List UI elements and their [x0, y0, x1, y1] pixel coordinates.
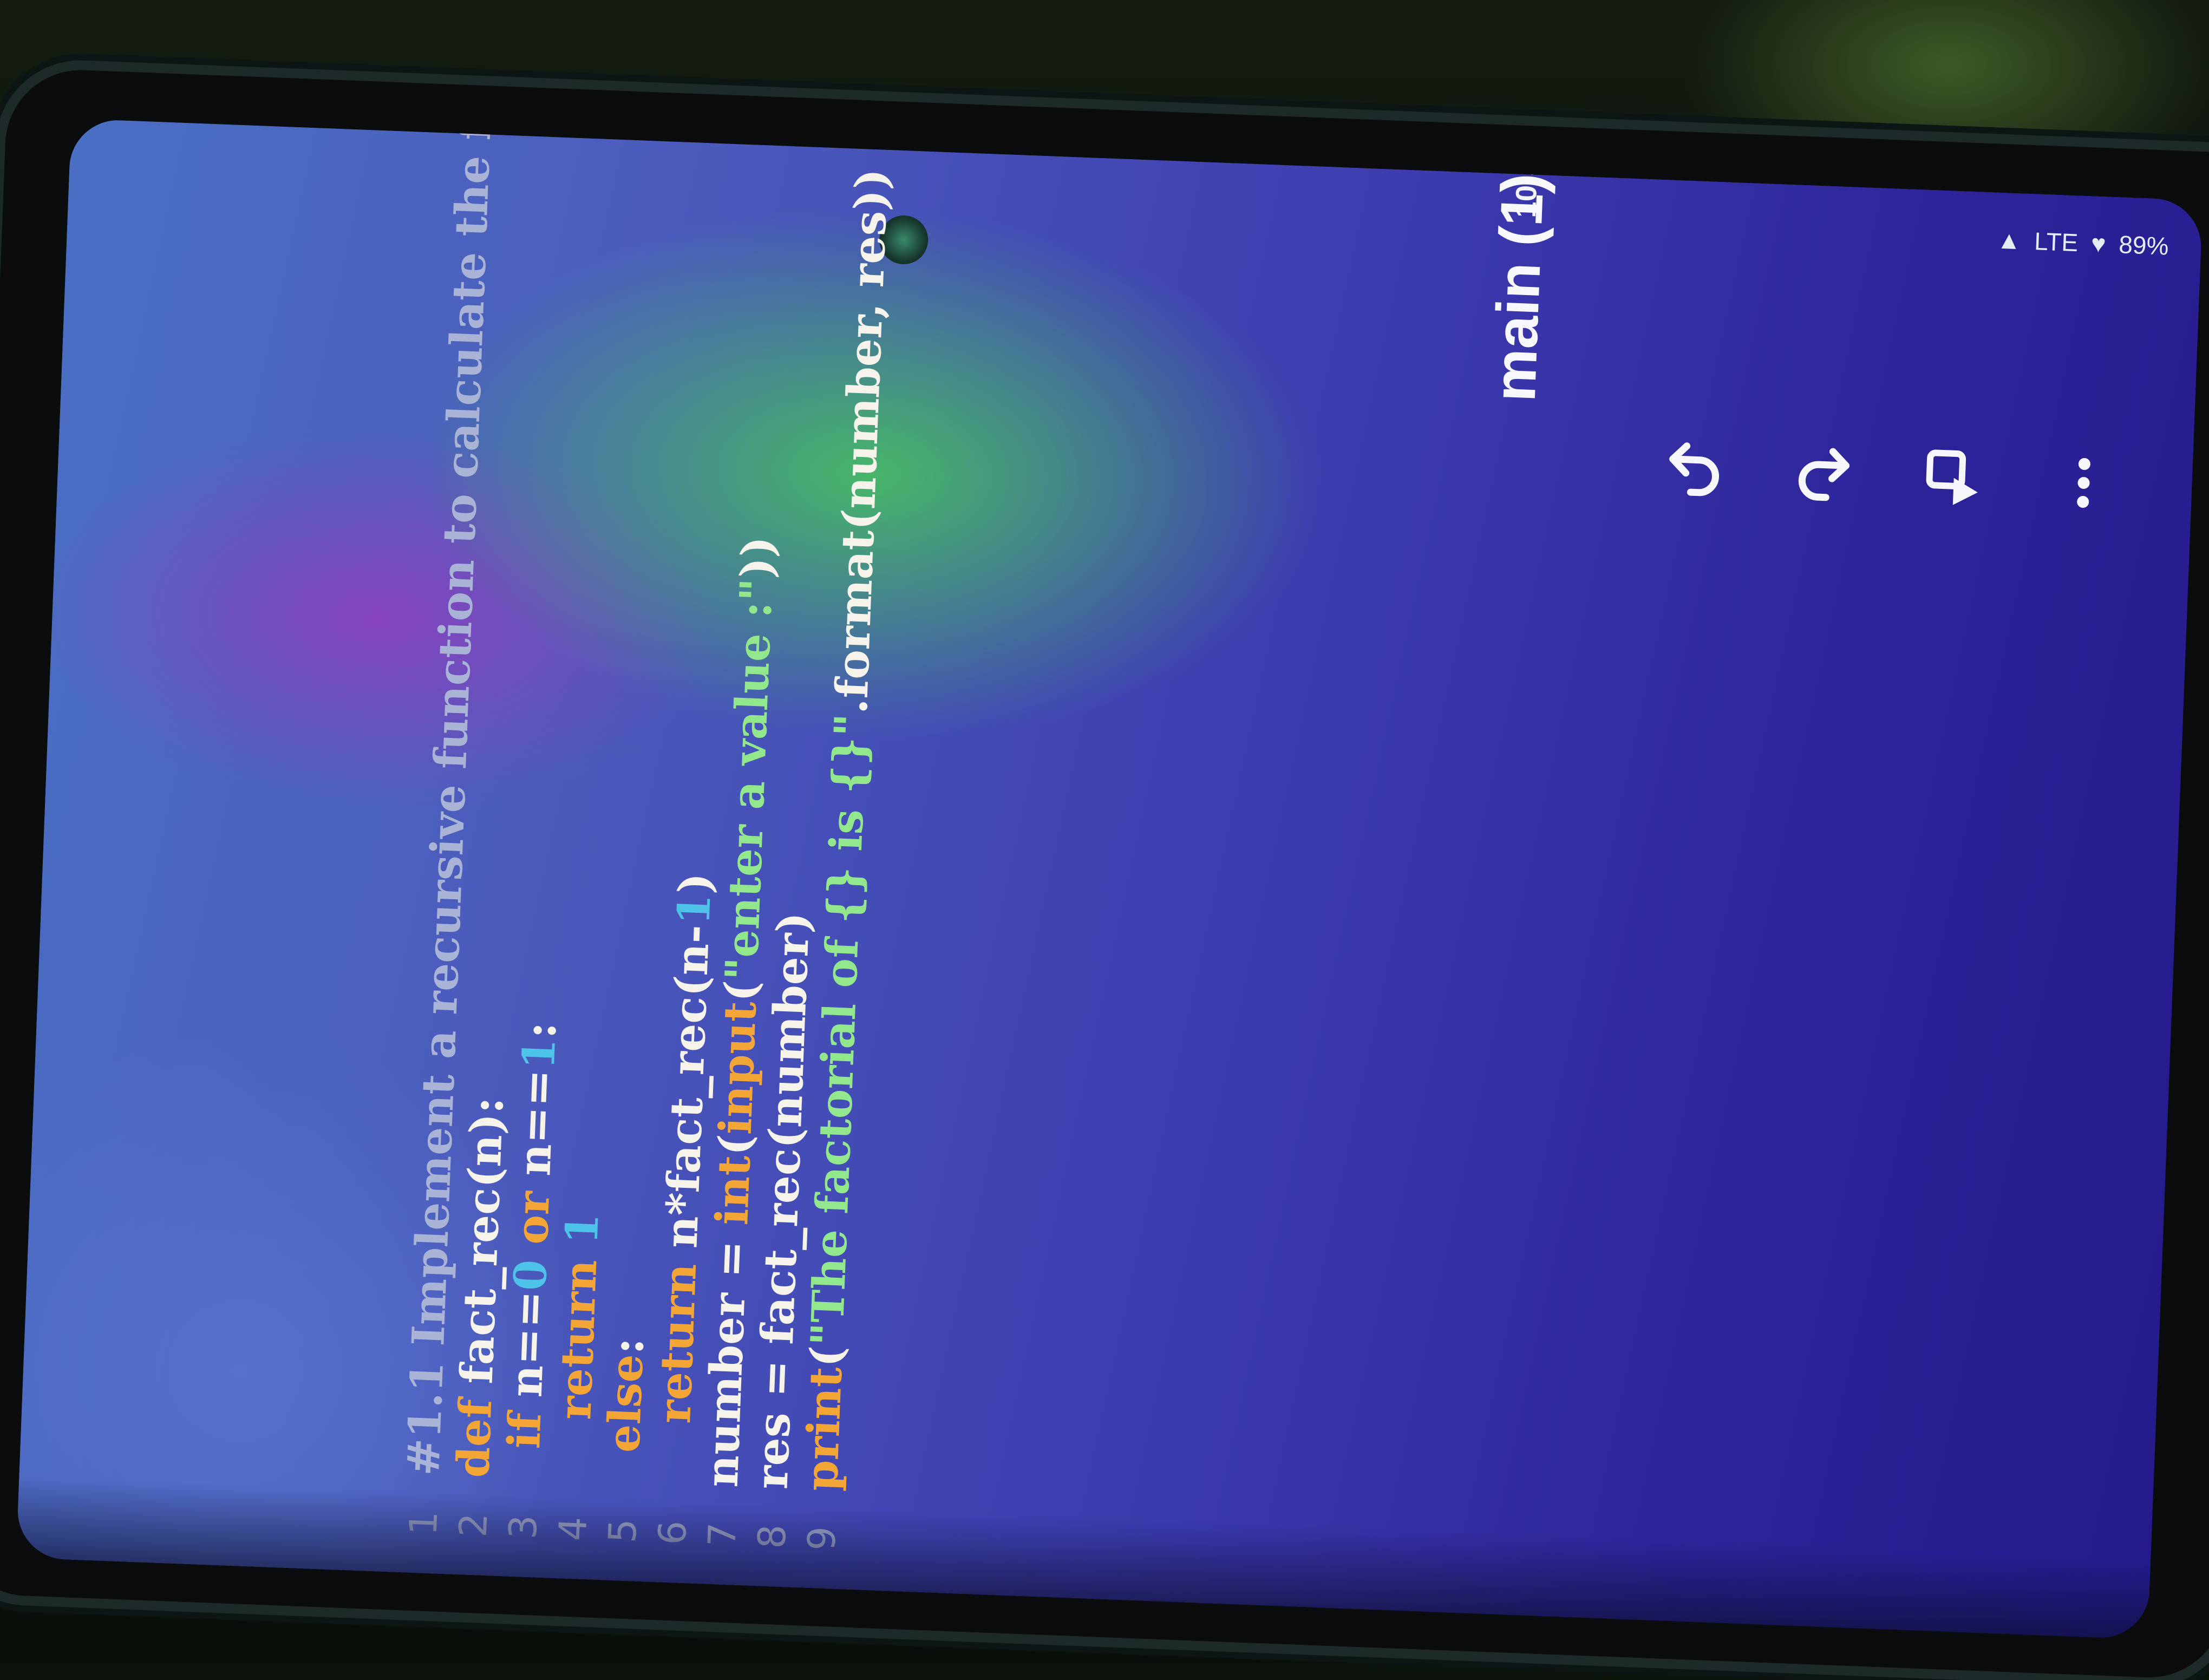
- signal-icon: ▲: [1996, 225, 2022, 255]
- code-token: 1: [669, 893, 720, 926]
- code-token: else: [598, 1353, 652, 1484]
- code-token: int: [707, 1154, 760, 1226]
- code-token: :: [603, 1337, 653, 1355]
- undo-icon: [1661, 434, 1728, 502]
- wifi-icon: ♥: [2090, 228, 2106, 258]
- code-token: 1: [557, 1212, 608, 1245]
- code-token: (: [801, 1345, 852, 1368]
- code-token: n==: [509, 1068, 563, 1176]
- code-token: :: [515, 1021, 565, 1040]
- code-editor[interactable]: 1#1.1 Implement a recursive function to …: [396, 300, 1526, 1586]
- code-token: input: [711, 1001, 766, 1135]
- code-token: ): [670, 872, 721, 895]
- code-token: 1: [514, 1037, 565, 1070]
- undo-button[interactable]: [1661, 434, 1728, 502]
- battery-label: 89%: [2118, 230, 2169, 260]
- lte-label: LTE: [2034, 226, 2079, 257]
- code-token: print: [796, 1366, 851, 1492]
- code-token: )): [732, 535, 783, 579]
- code-lines: 1#1.1 Implement a recursive function to …: [396, 119, 900, 1552]
- status-bar: ▲ LTE ♥ 89%: [67, 119, 2203, 309]
- phone-screen: ▲ LTE ♥ 89% 10:36 main (1) 1#1.1: [16, 119, 2203, 1639]
- editor-toolbar: [1661, 434, 2117, 517]
- more-vert-icon: [2050, 449, 2117, 517]
- code-token: 0: [505, 1259, 556, 1292]
- code-token: (: [710, 1134, 760, 1156]
- code-token: def: [448, 1383, 502, 1479]
- redo-button[interactable]: [1790, 439, 1858, 507]
- more-options-button[interactable]: [2050, 449, 2117, 517]
- run-icon: [1920, 444, 1988, 512]
- phone-device: ▲ LTE ♥ 89% 10:36 main (1) 1#1.1: [0, 67, 2209, 1680]
- redo-icon: [1790, 439, 1858, 507]
- status-icons: ▲ LTE ♥ 89%: [1996, 225, 2169, 260]
- run-button[interactable]: [1920, 444, 1988, 512]
- code-token: if: [498, 1396, 551, 1480]
- code-token: or: [506, 1175, 559, 1260]
- code-token: (: [716, 979, 766, 1002]
- code-token: n==: [501, 1290, 555, 1398]
